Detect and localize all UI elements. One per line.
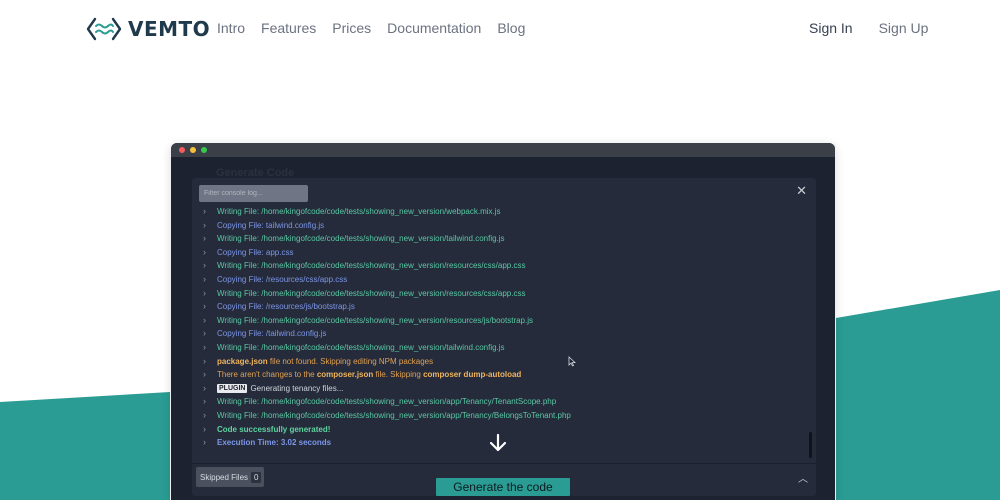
chevron-right-icon[interactable]: › xyxy=(201,341,217,355)
chevron-right-icon[interactable]: › xyxy=(201,436,217,450)
chevron-right-icon[interactable]: › xyxy=(201,287,217,301)
console-scrollbar[interactable] xyxy=(809,432,812,458)
chevron-right-icon[interactable]: › xyxy=(201,205,217,219)
chevron-right-icon[interactable]: › xyxy=(201,259,217,273)
chevron-right-icon[interactable]: › xyxy=(201,368,217,382)
window-minimize-dot[interactable] xyxy=(190,147,196,153)
close-icon[interactable]: ✕ xyxy=(796,183,807,199)
skipped-files-button[interactable]: Skipped Files 0 xyxy=(196,467,265,487)
log-line: › Writing File: /home/kingofcode/code/tes… xyxy=(201,205,799,219)
log-line: › Writing File: /home/kingofcode/code/tes… xyxy=(201,395,799,409)
console-log-list: › Writing File: /home/kingofcode/code/tes… xyxy=(201,205,799,450)
log-line: › Writing File: /home/kingofcode/code/tes… xyxy=(201,259,799,273)
log-line-warning: › package.json file not found. Skipping e… xyxy=(201,355,799,369)
logo[interactable]: VEMTO xyxy=(86,16,210,42)
log-line: › Copying File: tailwind.config.js xyxy=(201,219,799,233)
window-maximize-dot[interactable] xyxy=(201,147,207,153)
log-line: › Writing File: /home/kingofcode/code/tes… xyxy=(201,287,799,301)
window-close-dot[interactable] xyxy=(179,147,185,153)
menu-item-documentation[interactable]: Documentation xyxy=(387,20,481,36)
filter-console-input[interactable] xyxy=(199,185,308,202)
log-line: › Copying File: /resources/js/bootstrap.j… xyxy=(201,300,799,314)
chevron-right-icon[interactable]: › xyxy=(201,327,217,341)
window-titlebar xyxy=(171,143,835,157)
menu-item-intro[interactable]: Intro xyxy=(217,20,245,36)
top-navigation: VEMTO Intro Features Prices Documentatio… xyxy=(0,0,1000,58)
skipped-files-label: Skipped Files xyxy=(200,472,249,482)
log-line: › Writing File: /home/kingofcode/code/tes… xyxy=(201,314,799,328)
chevron-right-icon[interactable]: › xyxy=(201,246,217,260)
chevron-up-icon[interactable]: ︿ xyxy=(798,470,808,485)
log-line: › Writing File: /home/kingofcode/code/tes… xyxy=(201,341,799,355)
landing-page: VEMTO Intro Features Prices Documentatio… xyxy=(0,0,1000,500)
chevron-right-icon[interactable]: › xyxy=(201,355,217,369)
chevron-right-icon[interactable]: › xyxy=(201,423,217,437)
log-line: › Writing File: /home/kingofcode/code/tes… xyxy=(201,232,799,246)
chevron-right-icon[interactable]: › xyxy=(201,409,217,423)
chevron-right-icon[interactable]: › xyxy=(201,382,217,396)
teal-background-shape-left xyxy=(0,392,170,500)
sign-in-link[interactable]: Sign In xyxy=(809,20,853,36)
menu-item-features[interactable]: Features xyxy=(261,20,316,36)
main-menu: Intro Features Prices Documentation Blog xyxy=(217,20,525,36)
log-line: › Copying File: app.css xyxy=(201,246,799,260)
log-line-warning: › There aren't changes to the composer.js… xyxy=(201,368,799,382)
generate-code-button[interactable]: Generate the code xyxy=(436,478,570,496)
log-line: › Copying File: /tailwind.config.js xyxy=(201,327,799,341)
chevron-right-icon[interactable]: › xyxy=(201,273,217,287)
log-line: › Writing File: /home/kingofcode/code/tes… xyxy=(201,409,799,423)
skipped-files-count: 0 xyxy=(251,471,262,483)
menu-item-prices[interactable]: Prices xyxy=(332,20,371,36)
console-log-panel: ✕ ›Writing File: /home/kingofcode/code/t… xyxy=(192,178,816,496)
arrow-down-icon[interactable] xyxy=(488,433,508,453)
log-line: › Copying File: /resources/css/app.css xyxy=(201,273,799,287)
auth-links: Sign In Sign Up xyxy=(809,20,928,36)
chevron-right-icon[interactable]: › xyxy=(201,300,217,314)
chevron-right-icon[interactable]: › xyxy=(201,232,217,246)
vemto-logo-icon xyxy=(86,17,122,41)
logo-text: VEMTO xyxy=(128,17,211,41)
mouse-cursor-icon xyxy=(568,356,576,367)
teal-background-shape-right xyxy=(836,290,1000,500)
plugin-badge: PLUGIN xyxy=(217,384,248,394)
log-line-plugin: › PLUGIN Generating tenancy files... xyxy=(201,382,799,396)
app-screenshot-window: Generate Code ✕ ›Writing File: /home/kin… xyxy=(171,143,835,500)
chevron-right-icon[interactable]: › xyxy=(201,395,217,409)
chevron-right-icon[interactable]: › xyxy=(201,314,217,328)
chevron-right-icon[interactable]: › xyxy=(201,219,217,233)
menu-item-blog[interactable]: Blog xyxy=(497,20,525,36)
sign-up-link[interactable]: Sign Up xyxy=(879,20,929,36)
